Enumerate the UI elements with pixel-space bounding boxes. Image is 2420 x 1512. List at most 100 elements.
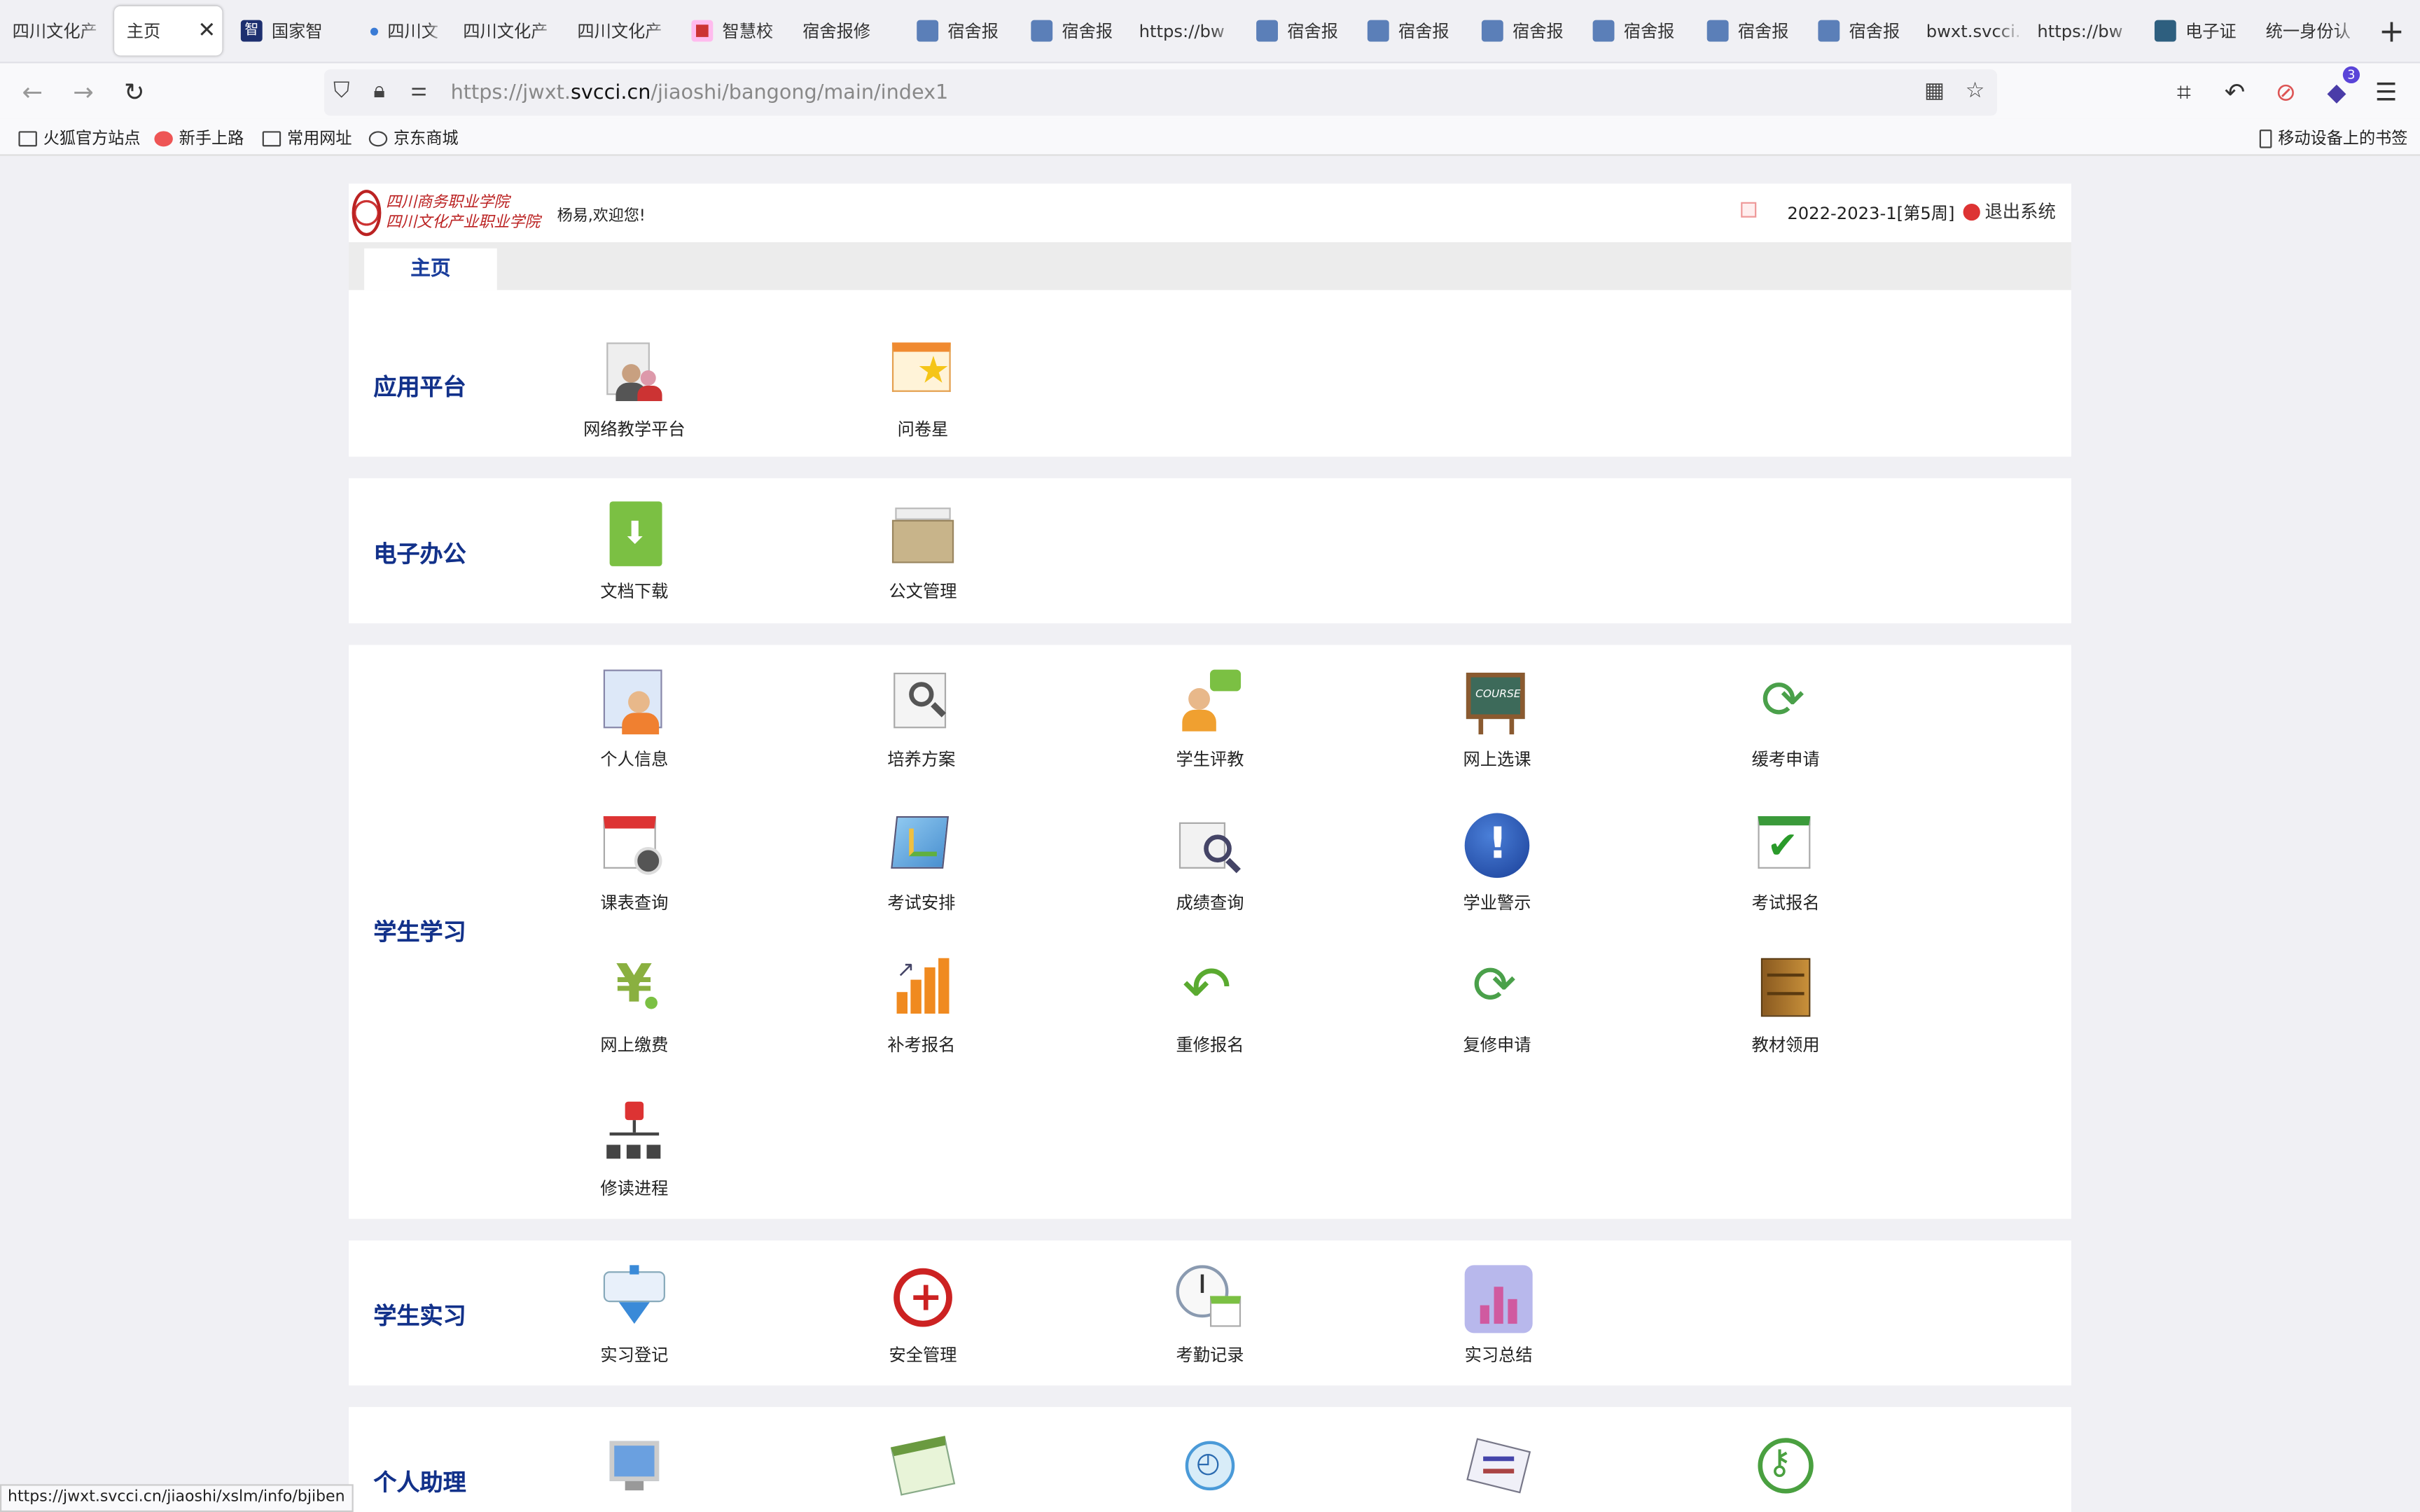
checkmark-calendar-icon: ✔ xyxy=(1752,813,1820,881)
site-favicon-icon xyxy=(2154,20,2176,42)
app-item[interactable] xyxy=(550,1435,719,1503)
browser-tab[interactable]: 智国家智 xyxy=(228,6,352,56)
browser-tab[interactable]: 智慧校 xyxy=(679,6,787,56)
app-item-label: 网络教学平台 xyxy=(583,419,686,440)
section-e-office: 电子办公 ⬇ 文档下载 公文管理 xyxy=(349,478,2071,624)
tab-label: 宿舍报 xyxy=(1398,21,1449,42)
browser-tab[interactable]: https://bw xyxy=(2025,6,2139,56)
yuan-payment-icon: ¥ xyxy=(600,955,668,1023)
app-item-label: 课表查询 xyxy=(600,893,669,913)
browser-tab[interactable]: 宿舍报 xyxy=(1244,6,1355,56)
site-favicon-icon xyxy=(1592,20,1615,42)
shield-icon[interactable]: ⛉ xyxy=(333,78,349,103)
browser-tab[interactable]: 宿舍报 xyxy=(1469,6,1580,56)
app-item[interactable]: 教材领用 xyxy=(1701,955,1870,1056)
url-bar[interactable]: ⛉ 🔒︎ ⚌ https://jwxt.svcci.cn/jiaoshi/ban… xyxy=(324,69,1998,116)
app-item[interactable]: ⟳ 缓考申请 xyxy=(1701,670,1870,771)
bookmark-star-icon[interactable]: ☆ xyxy=(1966,78,1985,103)
bookmark-item[interactable]: 移动设备上的书签 xyxy=(2259,127,2407,150)
browser-tab[interactable]: 宿舍报 xyxy=(1806,6,1917,56)
app-item-label: 网上缴费 xyxy=(600,1035,669,1056)
app-item[interactable]: 公文管理 xyxy=(838,501,1008,603)
blocker-icon[interactable]: ⊘ xyxy=(2269,76,2302,109)
app-item[interactable] xyxy=(838,1435,1008,1503)
app-item[interactable]: 实习登记 xyxy=(550,1265,719,1366)
school-logo: 四川商务职业学院 四川文化产业职业学院 xyxy=(352,188,540,238)
app-item[interactable]: ⬇ 文档下载 xyxy=(550,501,719,603)
logout-button[interactable]: 退出系统 xyxy=(1963,199,2056,223)
forward-icon[interactable]: → xyxy=(67,76,100,109)
app-item[interactable]: ✔ 考试报名 xyxy=(1701,813,1870,915)
app-item[interactable]: ★ 问卷星 xyxy=(838,340,1008,441)
app-item[interactable]: ↗ 补考报名 xyxy=(837,955,1006,1056)
close-icon[interactable]: ✕ xyxy=(191,18,222,43)
browser-navbar: ← → ↻ ⛉ 🔒︎ ⚌ https://jwxt.svcci.cn/jiaos… xyxy=(0,62,2420,119)
back-icon[interactable]: ← xyxy=(15,76,49,109)
welcome-text: 杨易,欢迎您! xyxy=(557,208,646,225)
app-item[interactable]: 个人信息 xyxy=(550,669,719,771)
calendar-icon xyxy=(889,1435,957,1503)
app-item-label: 个人信息 xyxy=(600,750,669,770)
file-box-icon xyxy=(889,501,957,569)
browser-tab[interactable]: 宿舍报 xyxy=(1019,6,1130,56)
browser-tab[interactable]: 四川文化产 xyxy=(0,6,108,56)
clock-record-icon xyxy=(1176,1265,1244,1333)
app-item-label: 重修报名 xyxy=(1176,1035,1244,1056)
new-tab-button[interactable]: + xyxy=(2379,13,2405,50)
lock-icon[interactable]: 🔒︎ xyxy=(373,78,384,103)
app-item[interactable]: 培养方案 xyxy=(837,670,1006,771)
app-item[interactable]: ¥ 网上缴费 xyxy=(550,955,719,1056)
browser-tab[interactable]: 宿舍报修 xyxy=(790,6,904,56)
app-item[interactable]: 考试安排 xyxy=(837,813,1006,915)
browser-tab[interactable]: 四川文 xyxy=(352,6,445,56)
app-item[interactable]: ⟳ 复修申请 xyxy=(1412,955,1582,1056)
tab-label: 宿舍报 xyxy=(1849,21,1900,42)
tab-label: 电子证 xyxy=(2185,21,2237,42)
browser-tab[interactable]: 四川文化产 xyxy=(451,6,562,56)
key-icon: ⚷ xyxy=(1752,1435,1820,1503)
org-chart-icon xyxy=(600,1098,668,1166)
app-item[interactable]: ◴ xyxy=(1125,1435,1295,1503)
page-header: 四川商务职业学院 四川文化产业职业学院 杨易,欢迎您! 2022-2023-1[第… xyxy=(349,183,2071,243)
browser-tab[interactable]: 四川文化产 xyxy=(565,6,676,56)
browser-tab-active[interactable]: 主页 ✕ xyxy=(114,6,223,56)
app-item[interactable]: COURSE 网上选课 xyxy=(1412,670,1582,771)
bookmark-item[interactable]: 新手上路 xyxy=(154,127,244,150)
app-item[interactable]: 成绩查询 xyxy=(1125,813,1295,915)
tab-label: 宿舍报修 xyxy=(802,21,871,42)
extension-icon[interactable]: ◆ 3 xyxy=(2320,66,2360,109)
menu-icon[interactable]: ☰ xyxy=(2369,76,2402,109)
bookmark-item[interactable]: 京东商城 xyxy=(368,127,459,150)
browser-tab[interactable]: 电子证 xyxy=(2142,6,2253,56)
browser-tab[interactable]: 宿舍报 xyxy=(1355,6,1466,56)
app-item[interactable]: 课表查询 xyxy=(550,813,719,915)
screenshot-crop-icon[interactable]: ⌗ xyxy=(2167,76,2201,109)
browser-tab[interactable]: 宿舍报 xyxy=(1695,6,1806,56)
app-item[interactable]: 修读进程 xyxy=(550,1098,719,1200)
undo-icon[interactable]: ↶ xyxy=(2218,76,2251,109)
browser-tab[interactable]: https://bw xyxy=(1127,6,1241,56)
browser-tab[interactable]: 统一身份认 xyxy=(2253,6,2365,56)
browser-tab[interactable]: 宿舍报 xyxy=(1580,6,1692,56)
refresh-arrows-icon: ⟳ xyxy=(1760,669,1805,732)
bookmark-item[interactable]: 常用网址 xyxy=(262,127,352,150)
url-prefix: https://jwxt. xyxy=(450,80,571,104)
app-item[interactable]: ↶ 重修报名 xyxy=(1125,955,1295,1056)
app-item[interactable]: + 安全管理 xyxy=(838,1265,1008,1366)
app-item-label: 文档下载 xyxy=(600,581,669,602)
app-item[interactable]: 学生评教 xyxy=(1125,669,1295,771)
bookmark-item[interactable]: 火狐官方站点 xyxy=(18,127,141,150)
app-item[interactable]: 实习总结 xyxy=(1414,1265,1583,1366)
url-text[interactable]: https://jwxt.svcci.cn/jiaoshi/bangong/ma… xyxy=(451,81,949,104)
app-item[interactable]: 考勤记录 xyxy=(1125,1265,1295,1366)
reload-icon[interactable]: ↻ xyxy=(118,76,151,109)
app-item[interactable] xyxy=(1414,1435,1583,1503)
app-item[interactable]: ! 学业警示 xyxy=(1412,813,1582,915)
qr-code-icon[interactable]: ▦ xyxy=(1924,78,1945,103)
permissions-icon[interactable]: ⚌ xyxy=(410,78,427,100)
app-item[interactable]: ⚷ xyxy=(1701,1435,1870,1503)
browser-tab[interactable]: bwxt.svcci. xyxy=(1914,6,2025,56)
browser-tab[interactable]: 宿舍报 xyxy=(905,6,1016,56)
tab-home[interactable]: 主页 xyxy=(364,248,497,290)
app-item[interactable]: 网络教学平台 xyxy=(550,340,719,441)
